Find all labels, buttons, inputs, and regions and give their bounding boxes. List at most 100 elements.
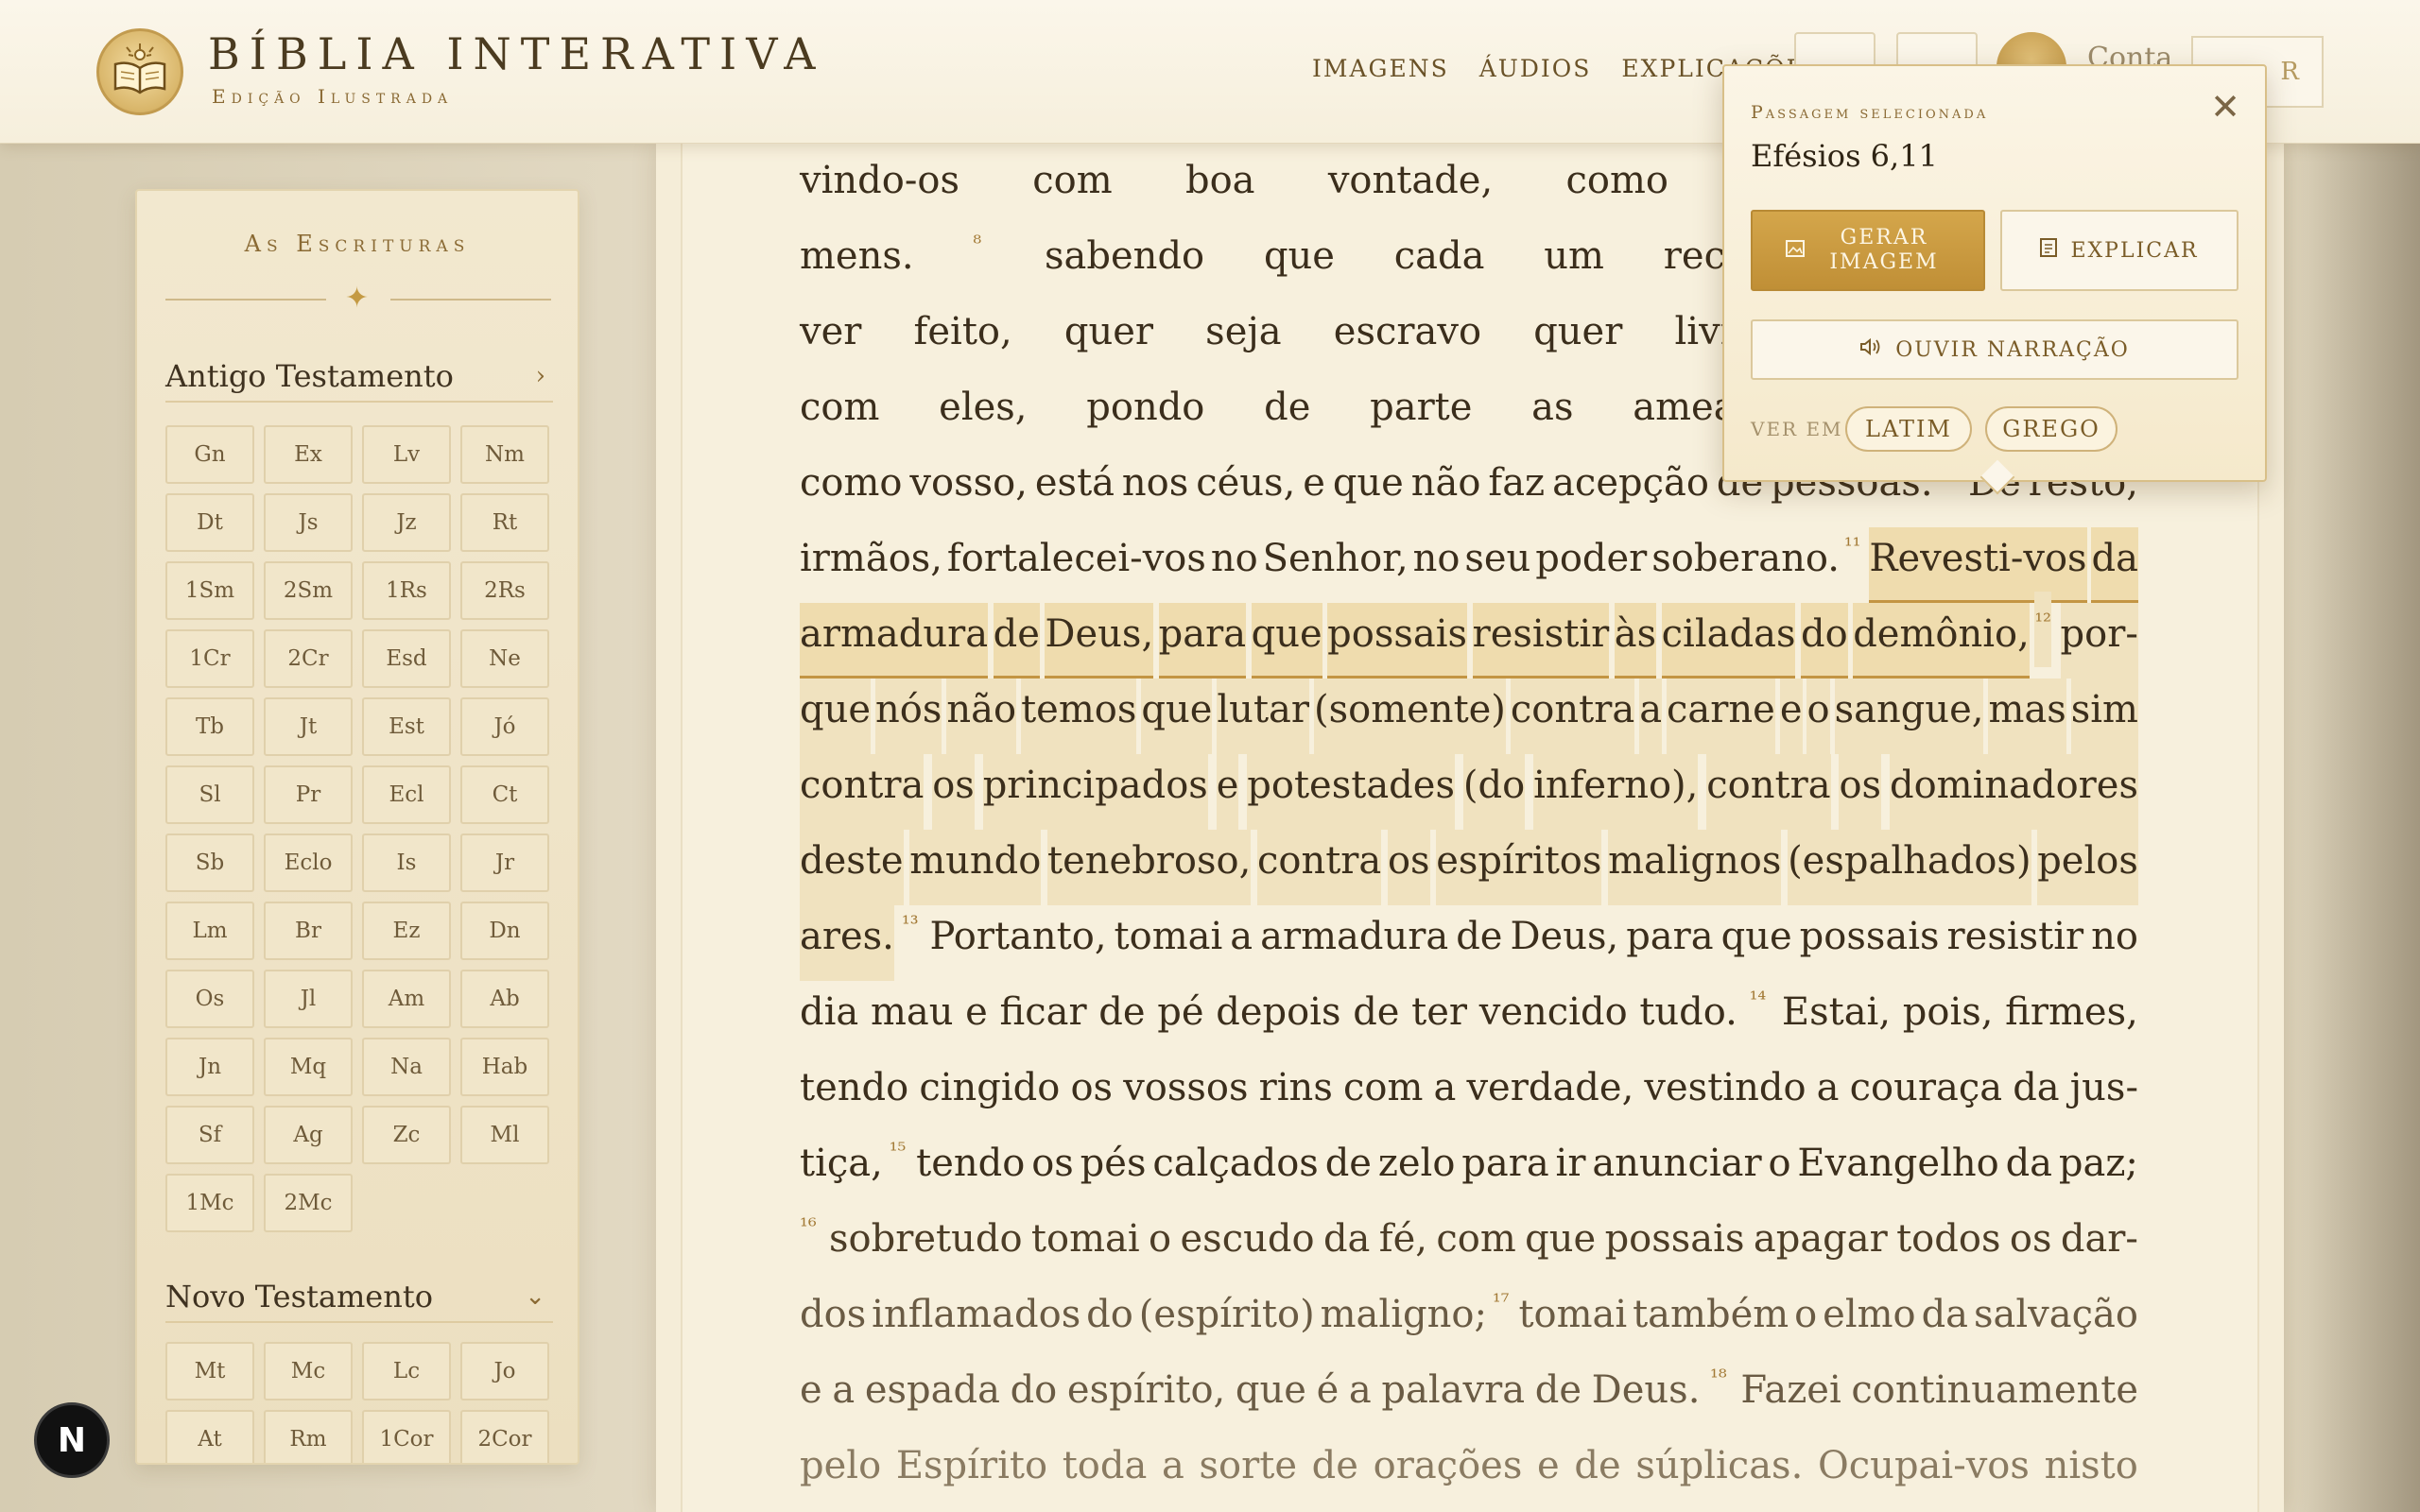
verse-word[interactable]: fortalecei-vos (947, 527, 1206, 603)
verse-word[interactable]: Revesti-vos (1869, 527, 2087, 603)
verse-word[interactable]: quer (1064, 301, 1153, 376)
verse-word[interactable]: mens. (800, 225, 914, 301)
verse-word[interactable]: carne (1667, 679, 1775, 754)
verse-line[interactable]: pelo Espírito toda a sorte de orações e de súplic… (800, 1435, 2138, 1510)
verse-word[interactable]: de (1098, 981, 1145, 1057)
verse-word[interactable]: vindo-os (800, 149, 959, 225)
verse-word[interactable]: o (1149, 1208, 1171, 1283)
verse-word[interactable]: as (1531, 376, 1573, 452)
verse-word[interactable]: e (1303, 452, 1325, 527)
verse-word[interactable]: verdade, (1466, 1057, 1634, 1132)
verse-word[interactable]: contra (800, 754, 925, 830)
ot-book-33[interactable]: Jl (264, 970, 353, 1028)
verse-word[interactable]: tomai (1031, 1208, 1140, 1283)
verse-word[interactable]: no (1413, 527, 1461, 603)
close-icon[interactable]: ✕ (2210, 89, 2240, 125)
verse-word[interactable]: que (1333, 452, 1404, 527)
verse-line[interactable]: dia mau e ficar de pé depois de ter vencido tudo. ¹… (800, 981, 2138, 1057)
ot-book-5[interactable]: Js (264, 493, 353, 552)
ot-book-19[interactable]: Jó (460, 697, 549, 756)
verse-line[interactable]: ¹⁶ sobretudo tomai o escudo da fé, com que possai… (800, 1208, 2138, 1283)
verse-word[interactable]: e (1779, 679, 1803, 754)
ot-book-16[interactable]: Tb (165, 697, 254, 756)
verse-word[interactable]: resistir (1472, 603, 1610, 679)
verse-word[interactable]: o (1806, 679, 1830, 754)
verse-word[interactable]: Deus, (1510, 905, 1618, 981)
verse-word[interactable]: malignos (1608, 830, 1782, 905)
verse-word[interactable]: ter (1411, 981, 1467, 1057)
ot-book-29[interactable]: Br (264, 902, 353, 960)
verse-word[interactable]: vossos (1123, 1057, 1248, 1132)
ot-book-20[interactable]: Sl (165, 765, 254, 824)
ot-book-26[interactable]: Is (362, 833, 451, 892)
verse-word[interactable]: ficar (1000, 981, 1087, 1057)
verse-word[interactable]: sobretudo (829, 1208, 1023, 1283)
ot-book-13[interactable]: 2Cr (264, 629, 353, 688)
latin-pill[interactable]: LATIM (1845, 406, 1972, 452)
verse-word[interactable]: os (1387, 830, 1430, 905)
verse-word[interactable]: mundo (909, 830, 1042, 905)
verse-word[interactable]: da (1323, 1208, 1370, 1283)
ot-book-8[interactable]: 1Sm (165, 561, 254, 620)
verse-word[interactable]: depois (1216, 981, 1340, 1057)
verse-word[interactable]: tudo. (1639, 981, 1737, 1057)
verse-word[interactable]: espíritos (1436, 830, 1602, 905)
verse-word[interactable]: a (832, 1359, 855, 1435)
verse-word[interactable]: continuamente (1851, 1359, 2138, 1435)
ot-book-3[interactable]: Nm (460, 425, 549, 484)
verse-word[interactable]: pondo (1086, 376, 1204, 452)
verse-word[interactable]: de (1325, 1132, 1372, 1208)
verse-word[interactable]: vosso, (909, 452, 1028, 527)
verse-word[interactable]: um (1544, 225, 1604, 301)
verse-word[interactable]: como (800, 452, 903, 527)
verse-word[interactable]: para (1158, 603, 1247, 679)
verse-number[interactable]: ¹³ (902, 894, 919, 970)
verse-word[interactable]: com (1343, 1057, 1423, 1132)
nt-book-3[interactable]: Jo (460, 1342, 549, 1400)
verse-word[interactable]: nós (875, 679, 942, 754)
verse-word[interactable]: demônio, (1853, 603, 2030, 679)
verse-word[interactable]: no (2091, 905, 2138, 981)
verse-word[interactable]: de (1264, 376, 1310, 452)
verse-word[interactable]: dia (800, 981, 858, 1057)
generate-image-button[interactable]: GERAR IMAGEM (1751, 210, 1985, 291)
ot-book-27[interactable]: Jr (460, 833, 549, 892)
nav-audios[interactable]: ÁUDIOS (1479, 55, 1592, 82)
verse-word[interactable]: de (1312, 1435, 1358, 1510)
verse-word[interactable]: seja (1205, 301, 1281, 376)
verse-line[interactable]: e a espada do espírito, que é a palavra de Deus. ¹⁸… (800, 1359, 2138, 1435)
verse-word[interactable]: firmes, (2005, 981, 2138, 1057)
verse-word[interactable]: dar- (2061, 1208, 2138, 1283)
verse-word[interactable]: do (1011, 1359, 1058, 1435)
verse-word[interactable]: pelo (800, 1435, 881, 1510)
verse-word[interactable]: no (1211, 527, 1258, 603)
verse-word[interactable]: (espalhados) (1788, 830, 2031, 905)
verse-word[interactable]: dos (800, 1283, 866, 1359)
verse-number[interactable]: ¹⁷ (1493, 1272, 1510, 1348)
verse-word[interactable]: (somente) (1313, 679, 1506, 754)
verse-word[interactable]: feito, (914, 301, 1012, 376)
verse-line[interactable]: tiça, ¹⁵ tendo os pés calçados de zelo para ir anu… (800, 1132, 2138, 1208)
verse-word[interactable]: da (2006, 1132, 2052, 1208)
verse-word[interactable]: de (1353, 981, 1399, 1057)
ot-book-25[interactable]: Eclo (264, 833, 353, 892)
verse-word[interactable]: tendo (916, 1132, 1025, 1208)
ot-book-14[interactable]: Esd (362, 629, 451, 688)
verse-word[interactable]: vontade, (1328, 149, 1493, 225)
verse-word[interactable]: de (993, 603, 1040, 679)
nt-book-7[interactable]: 2Cor (460, 1410, 549, 1463)
verse-word[interactable]: acepção (1552, 452, 1709, 527)
verse-word[interactable]: eles, (939, 376, 1027, 452)
verse-word[interactable]: tomai (1115, 905, 1223, 981)
verse-word[interactable]: que (1525, 1208, 1596, 1283)
logo-book-icon[interactable] (96, 28, 183, 115)
verse-word[interactable]: lutar (1217, 679, 1309, 754)
nt-book-2[interactable]: Lc (362, 1342, 451, 1400)
ot-book-6[interactable]: Jz (362, 493, 451, 552)
verse-word[interactable]: com (1032, 149, 1112, 225)
verse-word[interactable]: pés (1080, 1132, 1147, 1208)
verse-word[interactable]: pé (1157, 981, 1203, 1057)
verse-word[interactable]: da (2091, 527, 2138, 603)
verse-word[interactable]: possais (1327, 603, 1468, 679)
verse-word[interactable]: a (1162, 1435, 1184, 1510)
